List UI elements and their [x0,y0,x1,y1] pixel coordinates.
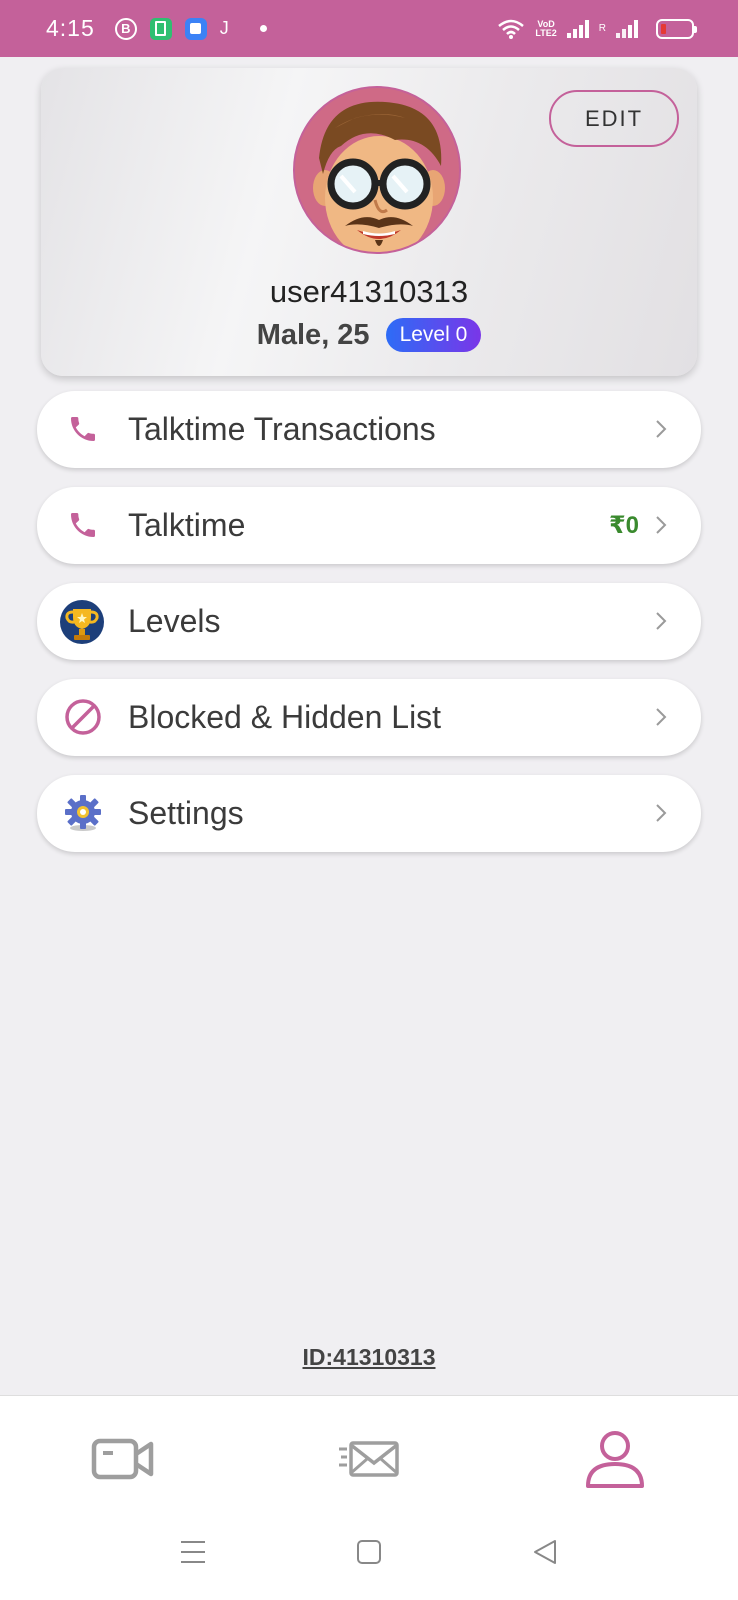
menu-label: Settings [128,795,244,831]
menu-item-blocked-hidden-list[interactable]: Blocked & Hidden List [37,679,701,756]
gender-age: Male, 25 [256,318,370,351]
signal-icon-2 [616,19,638,38]
menu-label: Talktime Transactions [128,411,436,447]
chevron-right-icon [656,516,667,534]
phone-icon [63,409,103,449]
recent-apps-icon[interactable] [173,1532,213,1572]
avatar[interactable] [293,86,461,254]
profile-card: EDIT user41310313 Male, 25 Level 0 [41,68,697,376]
profile-icon[interactable] [575,1424,655,1494]
menu-label: Talktime [128,507,246,543]
status-bar: 4:15 B J VoD LTE2 R [0,0,738,57]
battery-icon [656,18,697,39]
wifi-icon [498,19,525,39]
block-icon [63,697,103,737]
home-icon[interactable] [349,1532,389,1572]
chevron-right-icon [656,420,667,438]
menu-item-talktime-transactions[interactable]: Talktime Transactions [37,391,701,468]
menu-item-levels[interactable]: Levels [37,583,701,660]
level-badge[interactable]: Level 0 [385,318,482,352]
square-app-icon [184,17,207,40]
status-time: 4:15 [46,15,95,41]
profile-meta: Male, 25 Level 0 [41,318,697,352]
chevron-right-icon [656,612,667,630]
chevron-right-icon [656,804,667,822]
gear-icon [63,793,103,833]
avatar-cartoon-icon [295,88,459,252]
dot-icon [259,25,267,32]
volte-icon: VoD LTE2 [535,19,557,38]
b-notification-icon: B [114,17,137,40]
back-icon[interactable] [525,1532,565,1572]
menu-label: Blocked & Hidden List [128,699,442,735]
talktime-balance: ₹0 [608,512,639,539]
edit-button[interactable]: EDIT [549,90,679,147]
menu-label: Levels [128,603,221,639]
bottom-nav [0,1395,738,1600]
chevron-right-icon [656,708,667,726]
menu-item-settings[interactable]: Settings [37,775,701,852]
roaming-label: R [598,23,606,34]
username: user41310313 [269,274,469,309]
j-app-icon: J [219,18,229,38]
trophy-icon [59,599,105,645]
menu-item-talktime[interactable]: Talktime ₹0 [37,487,701,564]
battery-saver-icon [149,17,172,40]
volte-bottom-label: LTE2 [535,27,557,38]
video-call-icon[interactable] [83,1424,163,1494]
user-id-link[interactable]: ID:41310313 [0,1344,738,1371]
phone-icon [63,505,103,545]
signal-icon [566,19,589,38]
messages-icon[interactable] [329,1424,409,1494]
